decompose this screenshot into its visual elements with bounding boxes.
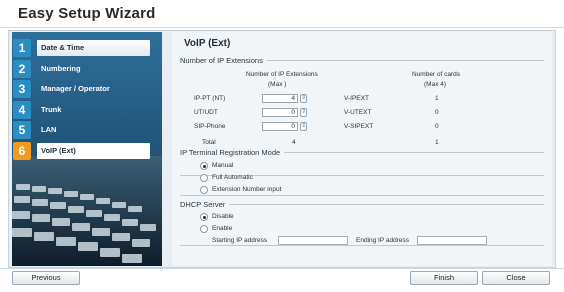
- row-card-sip-phone: V-SIPEXT: [344, 123, 374, 130]
- dhcp-server-group: DHCP Server Disable Enable Starting IP a…: [180, 200, 544, 246]
- step-label: LAN: [41, 125, 57, 134]
- row-cards-sip-phone: 0: [435, 123, 439, 130]
- step-trunk[interactable]: 4 Trunk: [12, 100, 162, 120]
- dhcp-enable-radio[interactable]: [200, 225, 208, 233]
- title-bar: Easy Setup Wizard: [0, 0, 564, 28]
- step-label: Numbering: [41, 63, 81, 73]
- close-button[interactable]: Close: [482, 271, 550, 285]
- step-date-time[interactable]: 1 Date & Time: [12, 38, 162, 58]
- manual-label: Manual: [212, 162, 234, 169]
- sip-phone-count-field[interactable]: 0: [262, 122, 298, 131]
- extension-number-input-radio[interactable]: [200, 186, 208, 194]
- ut-udt-count-field[interactable]: 0: [262, 108, 298, 117]
- manual-radio[interactable]: [200, 162, 208, 170]
- dhcp-enable-label: Enable: [212, 225, 233, 232]
- step-number: 5: [13, 121, 31, 139]
- step-label: Date & Time: [37, 40, 150, 56]
- sip-phone-spinner[interactable]: ⇕: [300, 122, 307, 131]
- step-label: Trunk: [41, 104, 62, 114]
- step-number: 4: [13, 100, 31, 119]
- ending-ip-label: Ending IP address: [356, 237, 409, 244]
- starting-ip-label: Starting IP address: [212, 237, 268, 244]
- step-label: VoIP (Ext): [37, 142, 150, 159]
- total-extensions: 4: [292, 139, 296, 146]
- total-cards: 1: [435, 139, 439, 146]
- row-cards-ip-pt: 1: [435, 95, 439, 102]
- content-panel: VoIP (Ext) Number of IP Extensions Numbe…: [172, 32, 552, 266]
- finish-button[interactable]: Finish: [410, 271, 478, 285]
- keyboard-illustration: [12, 156, 162, 266]
- dhcp-disable-label: Disable: [212, 213, 234, 220]
- wizard-steps: 1 Date & Time 2 Numbering 3 Manager / Op…: [12, 38, 162, 161]
- row-label-ut-udt: UT/UDT: [194, 109, 218, 116]
- col-cards-max: (Max 4): [424, 81, 447, 88]
- dhcp-server-legend: DHCP Server: [180, 200, 230, 209]
- ip-extensions-legend: Number of IP Extensions: [180, 56, 267, 65]
- wizard-sidebar: 1 Date & Time 2 Numbering 3 Manager / Op…: [12, 32, 162, 266]
- footer-bar: Previous Finish Close: [0, 268, 564, 292]
- total-label: Total: [202, 139, 216, 146]
- step-label: Manager / Operator: [41, 84, 110, 93]
- window-title: Easy Setup Wizard: [18, 5, 156, 22]
- row-label-sip-phone: SIP-Phone: [194, 123, 226, 130]
- ut-udt-spinner[interactable]: ⇕: [300, 108, 307, 117]
- step-number: 1: [13, 39, 31, 57]
- col-extensions-header: Number of IP Extensions: [246, 71, 318, 78]
- step-voip-ext[interactable]: 6 VoIP (Ext): [12, 141, 162, 161]
- full-automatic-label: Full Automatic: [212, 174, 253, 181]
- previous-button[interactable]: Previous: [12, 271, 80, 285]
- step-number: 2: [13, 59, 31, 78]
- page-title: VoIP (Ext): [184, 38, 231, 49]
- step-number: 6: [13, 141, 31, 160]
- step-numbering[interactable]: 2 Numbering: [12, 59, 162, 79]
- dhcp-disable-radio[interactable]: [200, 213, 208, 221]
- step-manager-operator[interactable]: 3 Manager / Operator: [12, 79, 162, 99]
- row-card-ut-udt: V-UTEXT: [344, 109, 372, 116]
- registration-mode-group: IP Terminal Registration Mode Manual Ful…: [180, 148, 544, 196]
- extension-number-input-label: Extension Number input: [212, 186, 282, 193]
- starting-ip-input[interactable]: [278, 236, 348, 245]
- col-extensions-max: (Max ): [268, 81, 287, 88]
- full-automatic-radio[interactable]: [200, 174, 208, 182]
- row-card-ip-pt: V-IPEXT: [344, 95, 369, 102]
- ending-ip-input[interactable]: [417, 236, 487, 245]
- row-label-ip-pt: IP-PT (NT): [194, 95, 226, 102]
- ip-pt-count-field[interactable]: 4: [262, 94, 298, 103]
- col-cards-header: Number of cards: [412, 71, 461, 78]
- registration-mode-legend: IP Terminal Registration Mode: [180, 148, 285, 157]
- step-number: 3: [13, 80, 31, 98]
- row-cards-ut-udt: 0: [435, 109, 439, 116]
- ip-pt-spinner[interactable]: ⇕: [300, 94, 307, 103]
- step-lan[interactable]: 5 LAN: [12, 120, 162, 140]
